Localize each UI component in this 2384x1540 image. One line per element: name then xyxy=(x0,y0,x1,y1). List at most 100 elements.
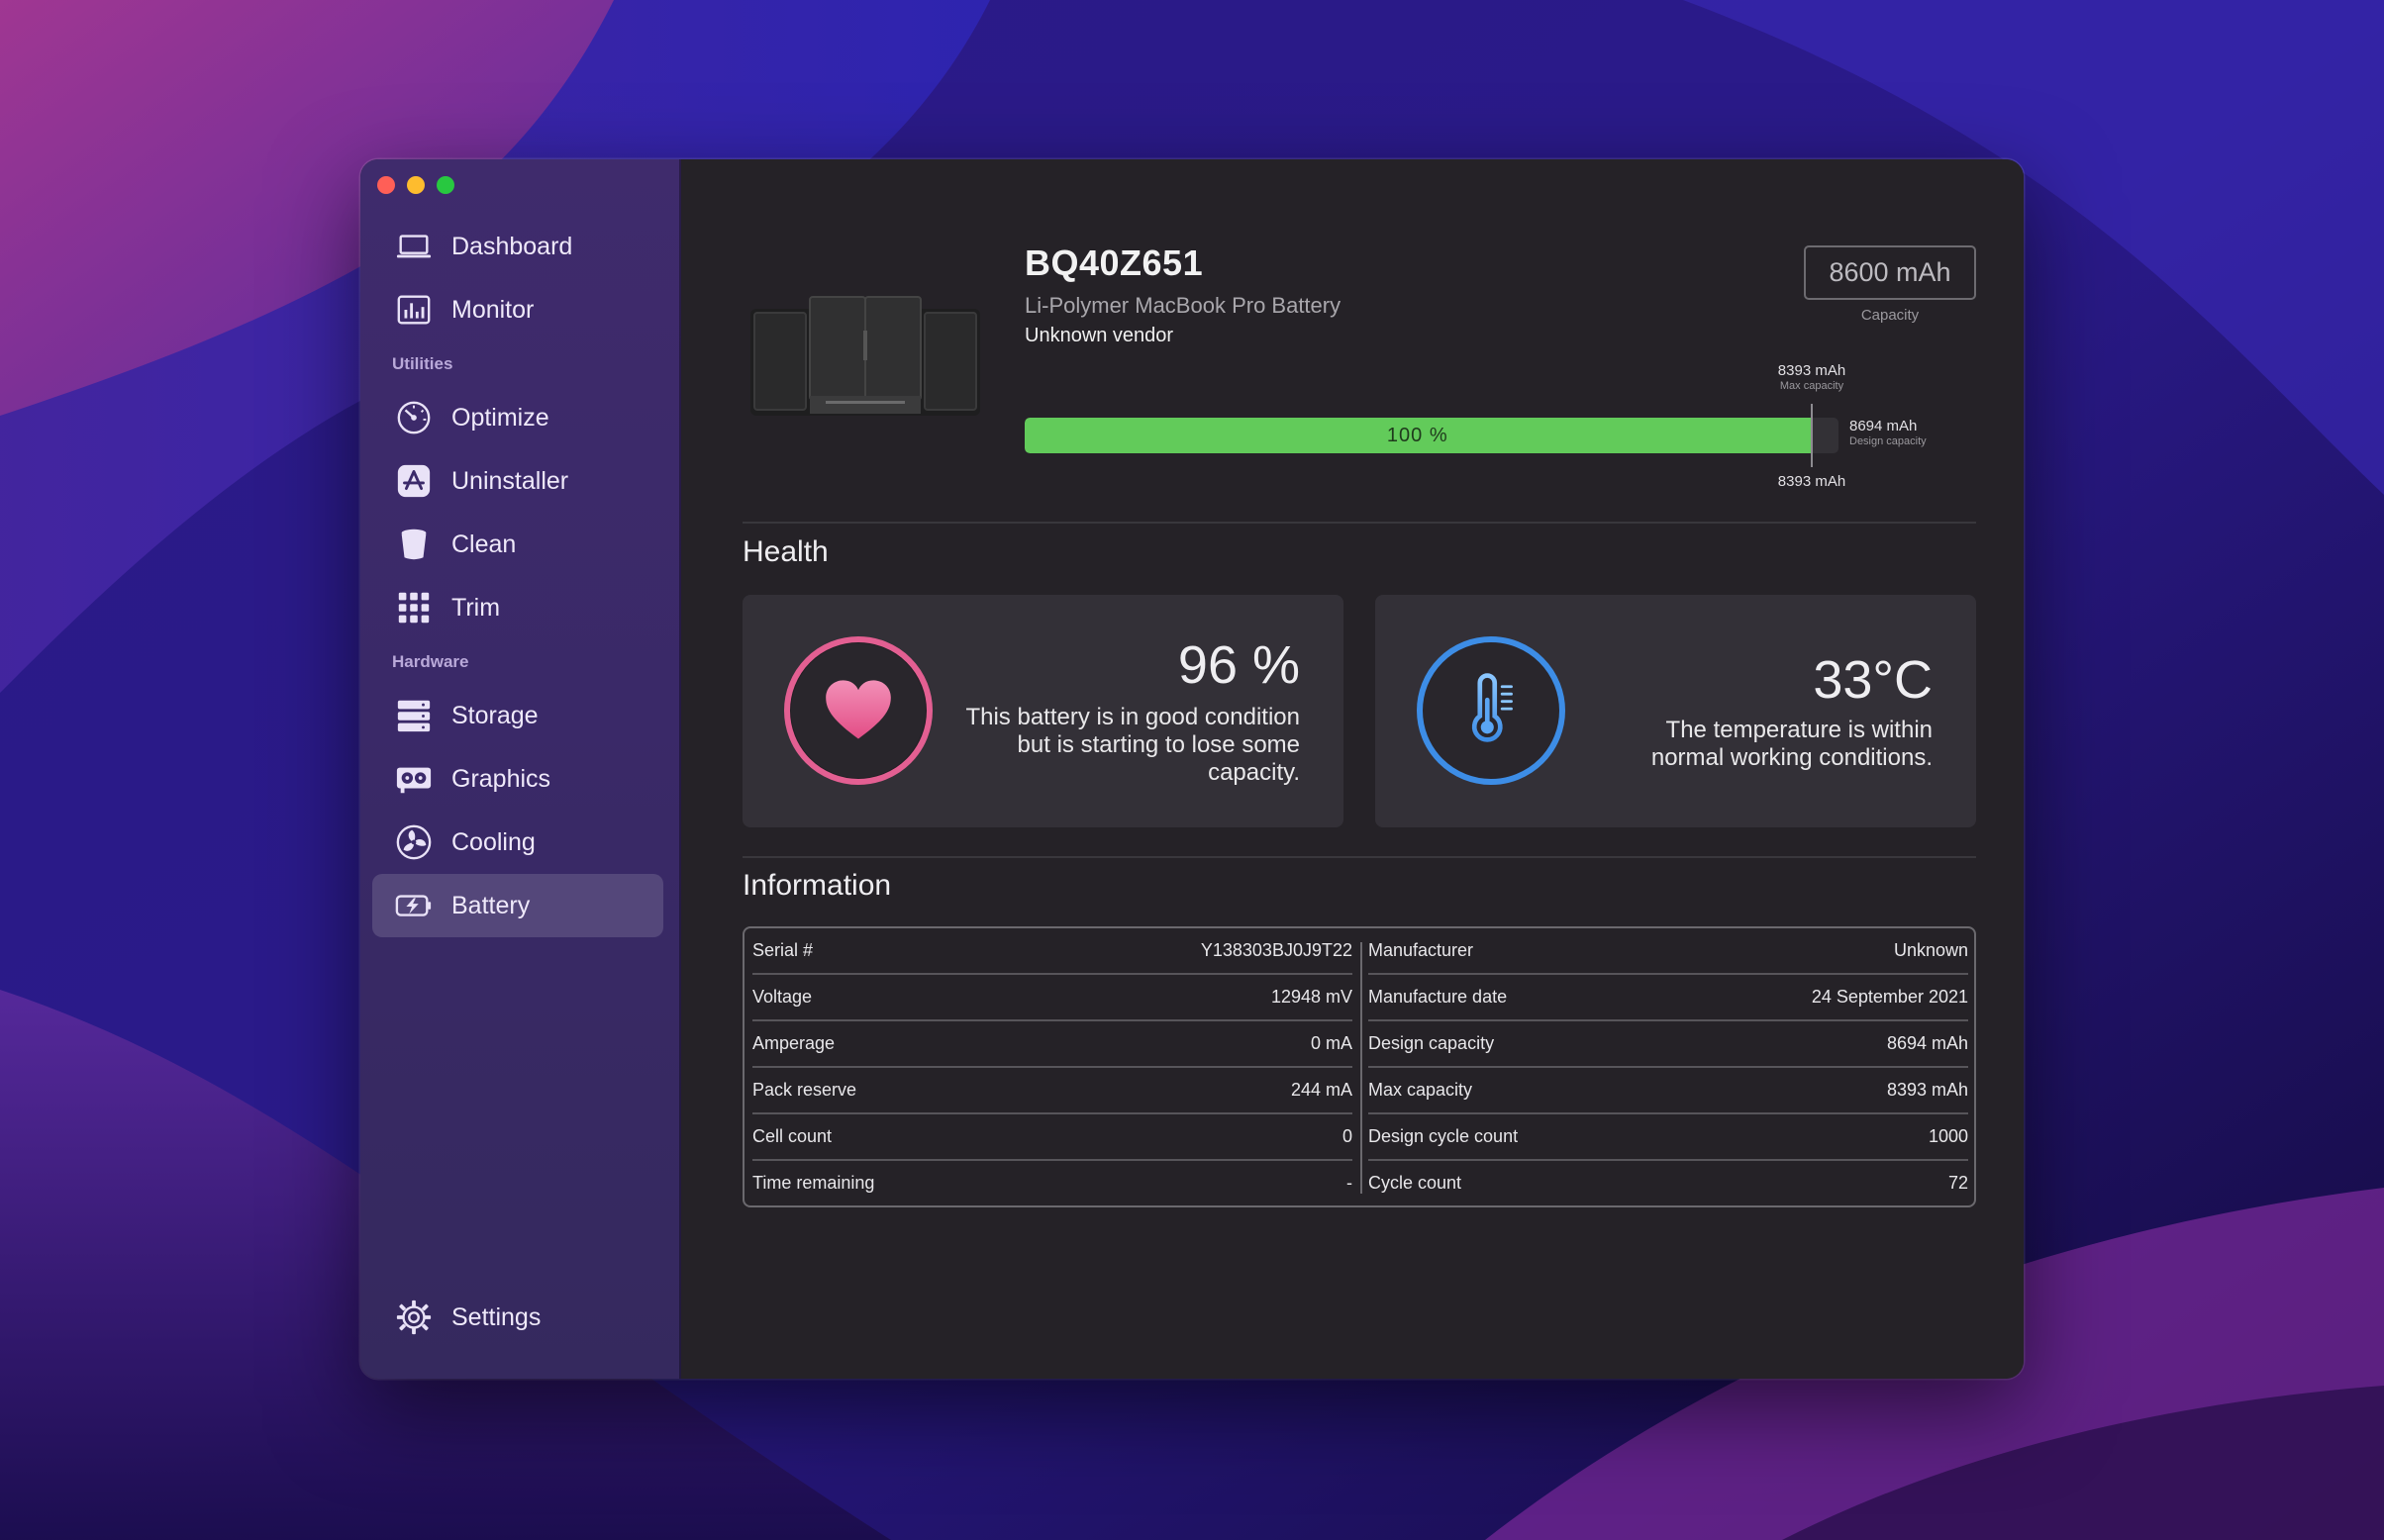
battery-health-description: This battery is in good condition but is… xyxy=(965,704,1300,786)
row-value: 0 mA xyxy=(1310,1033,1352,1053)
close-window-button[interactable] xyxy=(377,176,395,194)
max-capacity-marker-label: 8393 mAh Max capacity xyxy=(1752,362,1871,392)
sidebar-item-label: Optimize xyxy=(451,403,549,432)
sidebar-item-settings[interactable]: Settings xyxy=(372,1286,663,1349)
sidebar-item-cooling[interactable]: Cooling xyxy=(372,811,663,874)
battery-health-card: 96 % This battery is in good condition b… xyxy=(743,595,1343,827)
row-value: 244 mA xyxy=(1290,1080,1352,1100)
capacity-label: Capacity xyxy=(1860,307,1920,324)
thermometer-ring xyxy=(1417,636,1565,785)
row-value: Y138303BJ0J9T22 xyxy=(1200,940,1352,960)
battery-image xyxy=(746,291,984,425)
row-label: Max capacity xyxy=(1368,1080,1473,1100)
row-value: 8694 mAh xyxy=(1886,1033,1968,1053)
information-table: Serial # Y138303BJ0J9T22 Voltage 12948 mV … xyxy=(743,926,1976,1207)
sidebar-item-battery[interactable]: Battery xyxy=(372,874,663,937)
max-capacity-marker xyxy=(1811,404,1813,467)
app-store-icon xyxy=(394,461,434,501)
information-column-left: Serial # Y138303BJ0J9T22 Voltage 12948 mV … xyxy=(745,928,1360,1205)
row-value: 0 xyxy=(1341,1126,1352,1146)
section-divider xyxy=(743,522,1976,524)
temperature-card: 33°C The temperature is within normal wo… xyxy=(1375,595,1976,827)
design-capacity-caption: Design capacity xyxy=(1849,435,1927,447)
row-value: 1000 xyxy=(1928,1126,1968,1146)
sidebar-item-monitor[interactable]: Monitor xyxy=(372,278,663,341)
sidebar-item-label: Dashboard xyxy=(451,232,573,260)
sidebar-item-storage[interactable]: Storage xyxy=(372,684,663,747)
table-row: Max capacity 8393 mAh xyxy=(1368,1066,1968,1112)
row-value: - xyxy=(1346,1173,1352,1193)
sidebar-item-dashboard[interactable]: Dashboard xyxy=(372,215,663,278)
row-label: Cell count xyxy=(752,1126,833,1146)
utilities-section-header: Utilities xyxy=(392,353,453,373)
heart-icon xyxy=(826,680,891,739)
sidebar-item-optimize[interactable]: Optimize xyxy=(372,386,663,449)
graphics-card-icon xyxy=(394,759,434,799)
row-label: Manufacture date xyxy=(1368,987,1508,1007)
sidebar-item-label: Battery xyxy=(451,891,531,919)
sidebar-settings: Settings xyxy=(372,1286,663,1349)
sidebar-item-uninstaller[interactable]: Uninstaller xyxy=(372,449,663,513)
table-row: Time remaining - xyxy=(752,1159,1352,1205)
row-label: Time remaining xyxy=(752,1173,875,1193)
minimize-window-button[interactable] xyxy=(407,176,425,194)
row-value: 24 September 2021 xyxy=(1811,987,1968,1007)
grid-icon xyxy=(394,588,434,627)
temperature-value: 33°C xyxy=(1813,650,1933,710)
sidebar-item-label: Cooling xyxy=(451,827,536,856)
thermometer-icon xyxy=(1471,673,1513,742)
row-value: Unknown xyxy=(1893,940,1968,960)
table-row: Voltage 12948 mV xyxy=(752,973,1352,1019)
bar-chart-icon xyxy=(394,290,434,330)
sidebar-item-clean[interactable]: Clean xyxy=(372,513,663,576)
row-value: 72 xyxy=(1947,1173,1968,1193)
table-row: Pack reserve 244 mA xyxy=(752,1066,1352,1112)
row-label: Design capacity xyxy=(1368,1033,1495,1053)
design-capacity-marker-label: 8694 mAh Design capacity xyxy=(1849,418,1927,447)
information-title: Information xyxy=(743,869,892,902)
zoom-window-button[interactable] xyxy=(437,176,454,194)
table-row: Cycle count 72 xyxy=(1368,1159,1968,1205)
capacity-value-box: 8600 mAh xyxy=(1804,245,1976,300)
row-value: 8393 mAh xyxy=(1886,1080,1968,1100)
window-controls xyxy=(377,176,454,194)
app-window: Dashboard Monitor Utilities Optimize Uni… xyxy=(360,159,2024,1379)
table-row: Design capacity 8694 mAh xyxy=(1368,1019,1968,1066)
health-title: Health xyxy=(743,535,829,568)
sidebar-item-label: Graphics xyxy=(451,764,551,793)
table-row: Manufacturer Unknown xyxy=(1368,928,1968,973)
row-label: Amperage xyxy=(752,1033,836,1053)
storage-icon xyxy=(394,696,434,735)
table-row: Design cycle count 1000 xyxy=(1368,1112,1968,1159)
row-label: Cycle count xyxy=(1368,1173,1462,1193)
fan-icon xyxy=(394,822,434,862)
battery-health-value: 96 % xyxy=(1177,635,1300,695)
sidebar-item-graphics[interactable]: Graphics xyxy=(372,747,663,811)
charge-bar-fill: 100 % xyxy=(1025,418,1811,453)
sidebar-item-label: Uninstaller xyxy=(451,466,569,495)
laptop-icon xyxy=(394,227,434,266)
sidebar-nav: Dashboard Monitor Utilities Optimize Uni… xyxy=(372,215,663,937)
sidebar-item-trim[interactable]: Trim xyxy=(372,576,663,639)
gauge-icon xyxy=(394,398,434,437)
row-label: Serial # xyxy=(752,940,814,960)
trash-bin-icon xyxy=(394,525,434,564)
sidebar-item-label: Monitor xyxy=(451,295,535,324)
table-row: Manufacture date 24 September 2021 xyxy=(1368,973,1968,1019)
sidebar-item-label: Settings xyxy=(451,1302,542,1331)
temperature-description: The temperature is within normal working… xyxy=(1650,717,1933,771)
sidebar-item-label: Clean xyxy=(451,529,517,558)
battery-type: Li-Polymer MacBook Pro Battery xyxy=(1025,293,1341,318)
charge-percent-label: 100 % xyxy=(1386,424,1448,446)
max-capacity-caption: Max capacity xyxy=(1779,380,1844,392)
table-row: Cell count 0 xyxy=(752,1112,1352,1159)
battery-vendor: Unknown vendor xyxy=(1025,325,1174,346)
row-label: Design cycle count xyxy=(1368,1126,1519,1146)
section-divider xyxy=(743,856,1976,858)
current-capacity-marker-label: 8393 mAh xyxy=(1777,473,1846,490)
gear-icon xyxy=(394,1298,434,1337)
table-row: Serial # Y138303BJ0J9T22 xyxy=(752,928,1352,973)
design-capacity-value: 8694 mAh xyxy=(1849,418,1918,434)
table-row: Amperage 0 mA xyxy=(752,1019,1352,1066)
sidebar-item-label: Trim xyxy=(451,593,501,622)
